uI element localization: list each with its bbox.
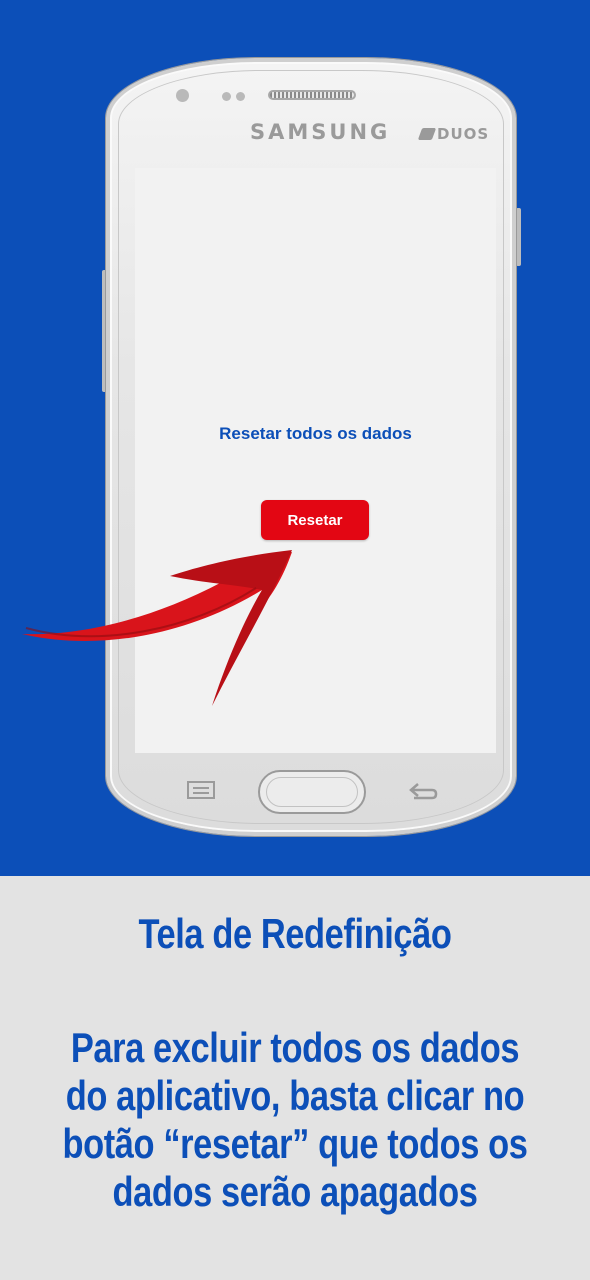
caption-title: Tela de Redefinição — [138, 910, 452, 957]
phone-brand-logo: SAMSUNG — [250, 120, 391, 144]
proximity-sensor — [222, 92, 231, 101]
duos-badge: DUOS — [417, 125, 490, 143]
caption-description: Para excluir todos os dados do aplicativ… — [53, 1024, 537, 1216]
sim-icon — [417, 128, 437, 140]
back-icon[interactable] — [406, 778, 440, 802]
caption-line: Para excluir todos os dados — [70, 1024, 520, 1071]
app-screen: Resetar todos os dados Resetar — [135, 168, 496, 753]
menu-icon[interactable] — [186, 780, 216, 800]
reset-button[interactable]: Resetar — [261, 500, 369, 540]
caption-line: do aplicativo, basta clicar no — [65, 1072, 525, 1119]
caption-section: Tela de Redefinição Para excluir todos o… — [0, 876, 590, 1280]
hero-section: SAMSUNG DUOS Resetar todos os dados Rese… — [0, 0, 590, 876]
caption-line: dados serão apagados — [112, 1168, 478, 1215]
reset-screen-title: Resetar todos os dados — [219, 424, 412, 443]
earpiece-speaker — [268, 90, 356, 100]
phone-power-button — [516, 208, 521, 266]
light-sensor — [236, 92, 245, 101]
duos-label: DUOS — [437, 125, 490, 143]
caption-line: botão “resetar” que todos os — [62, 1120, 528, 1167]
home-button[interactable] — [258, 770, 366, 814]
front-camera — [176, 89, 189, 102]
